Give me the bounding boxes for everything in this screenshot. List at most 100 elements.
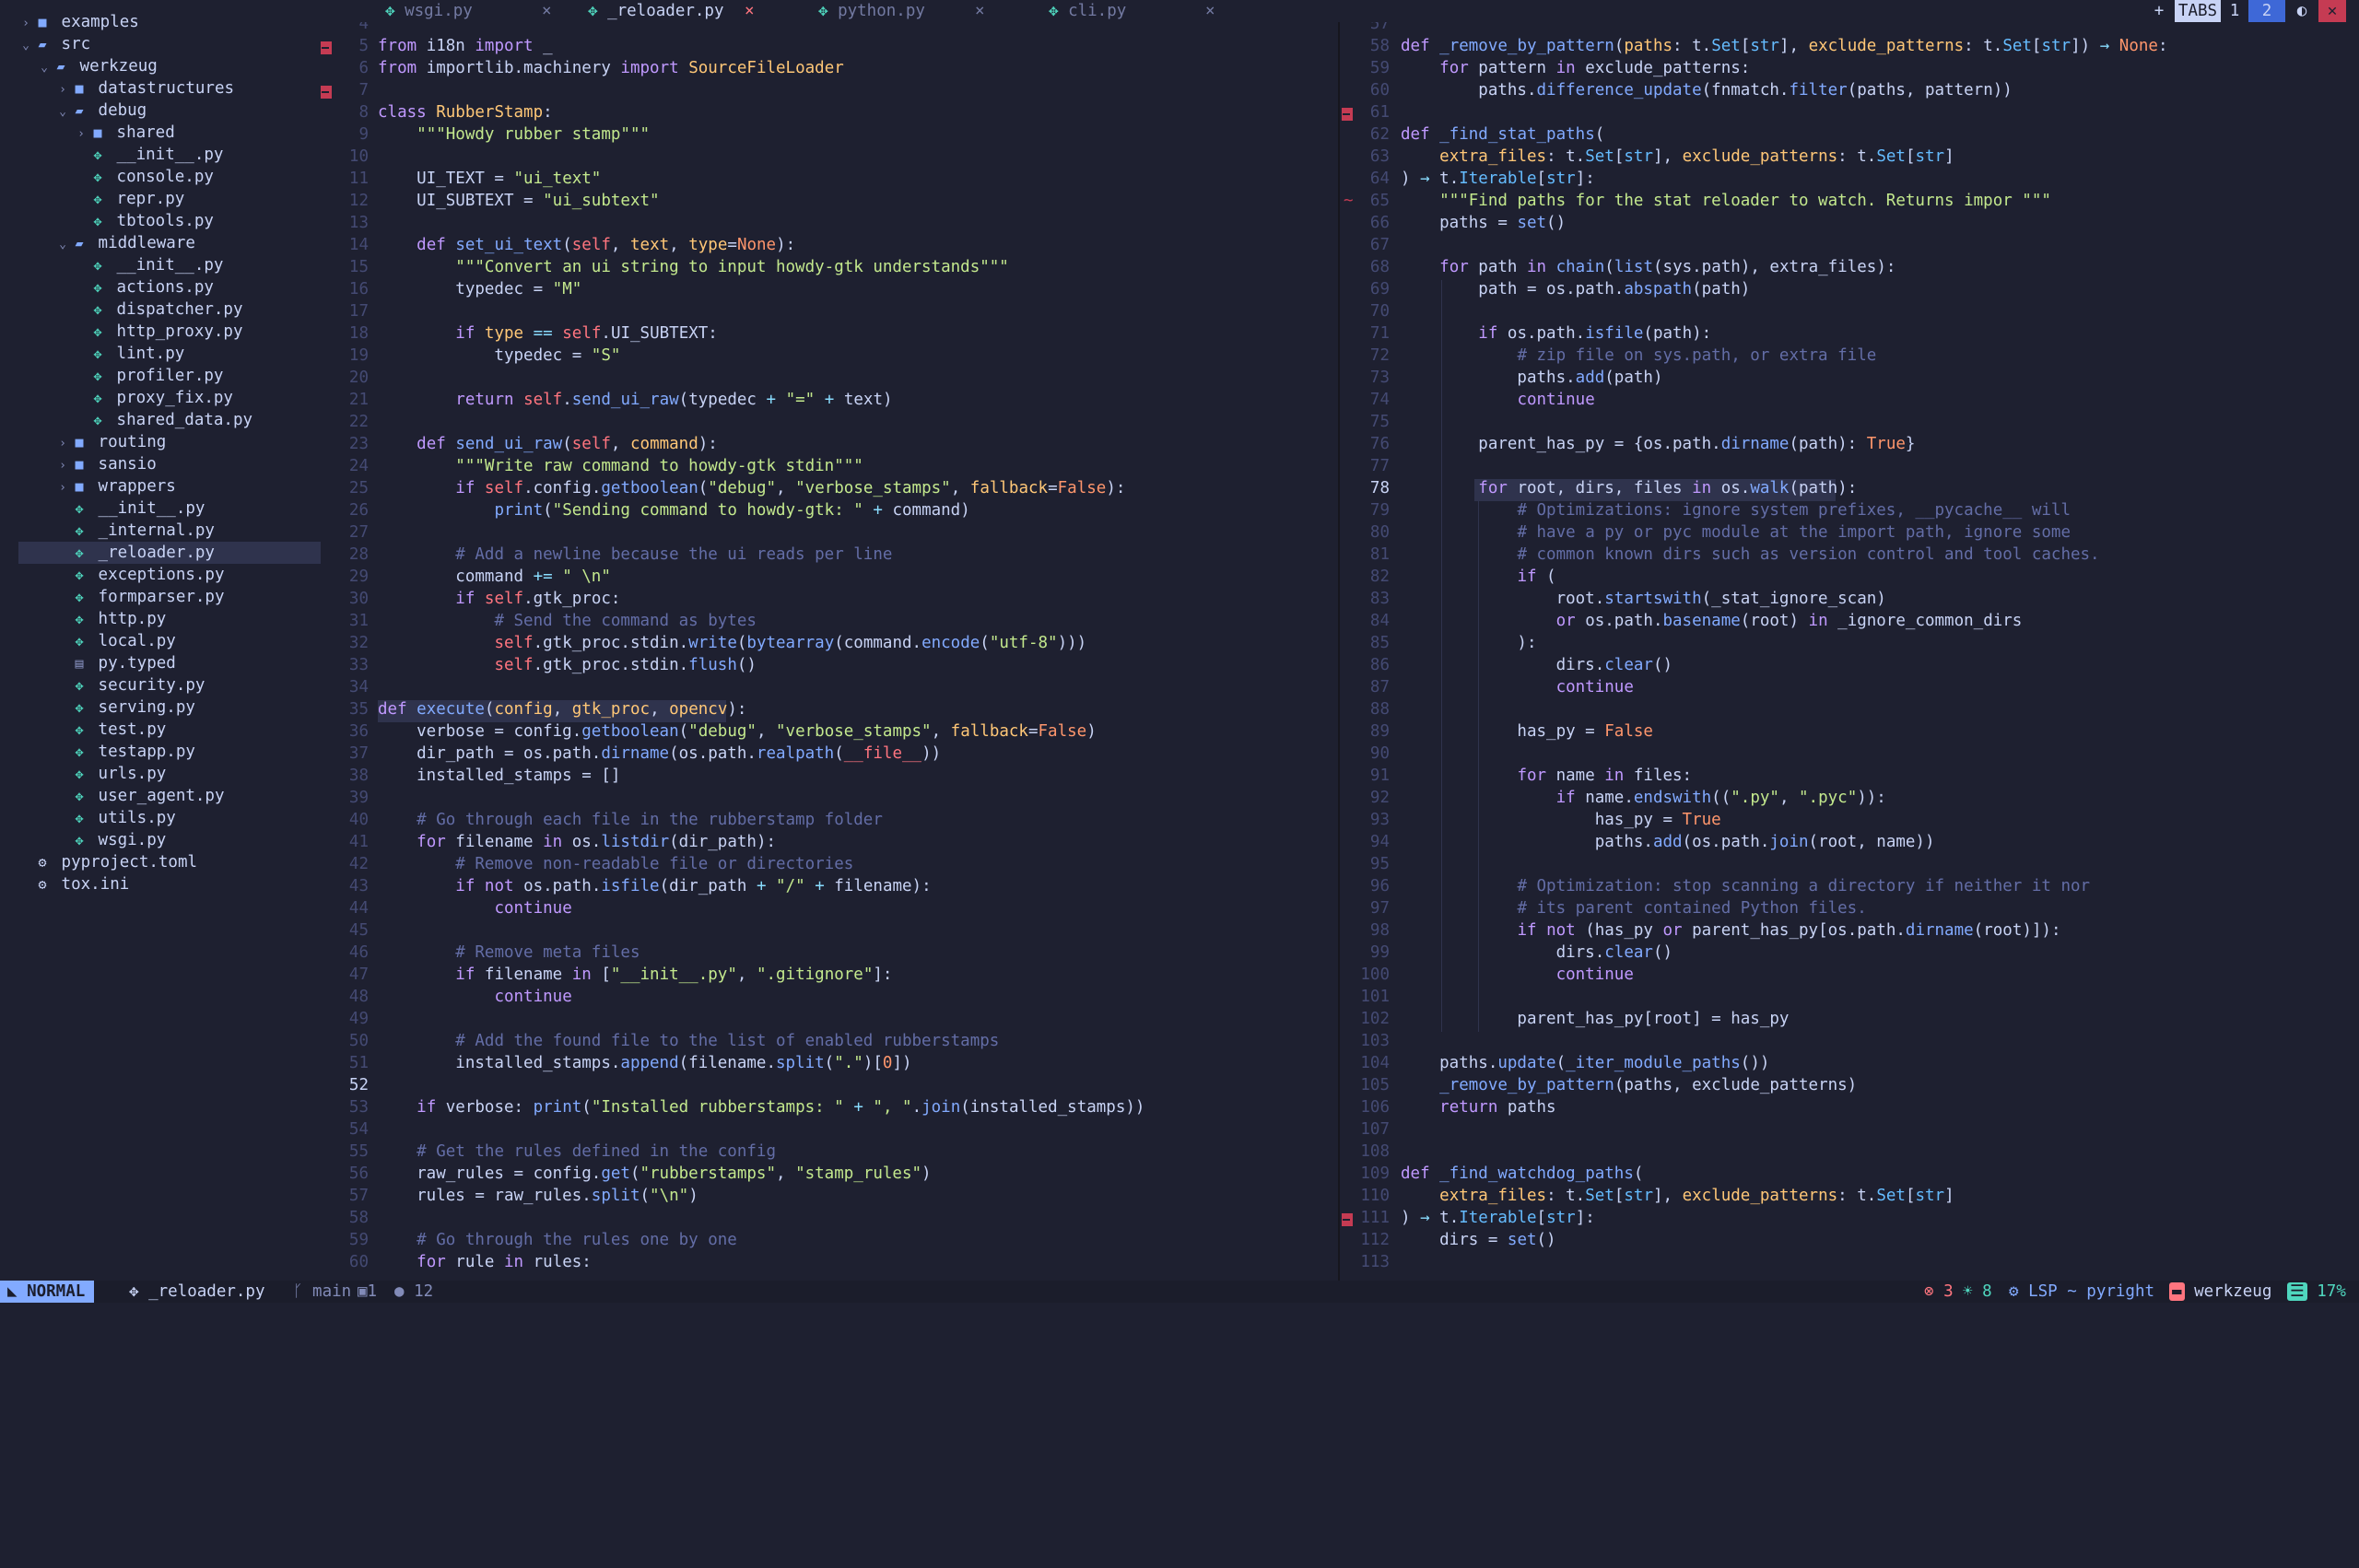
code-line[interactable]: for pattern in exclude_patterns: [1401,59,1750,77]
code-line[interactable]: typedec = "S" [378,346,620,365]
tree-folder[interactable]: › ■ sansio [18,453,321,475]
tree-folder[interactable]: › ■ datastructures [18,77,321,99]
tree-folder[interactable]: ⌄ ▰ src [18,33,313,55]
tree-folder[interactable]: › ■ examples [18,11,313,33]
code-line[interactable]: for path in chain(list(sys.path), extra_… [1401,258,1895,276]
tree-file[interactable]: ✥ formparser.py [18,586,321,608]
code-line[interactable]: path = os.path.abspath(path) [1401,280,1750,298]
lsp-status[interactable]: ⚙ LSP ~ pyright [2009,1281,2154,1303]
command-line[interactable] [0,1303,2359,1327]
code-line[interactable]: def _find_watchdog_paths( [1401,1164,1643,1183]
code-line[interactable]: continue [378,988,571,1006]
chevron-right-icon[interactable]: › [18,13,33,35]
theme-toggle-icon[interactable]: ◐ [2291,0,2313,22]
code-line[interactable]: """Howdy rubber stamp""" [378,125,650,144]
tabpage-1[interactable]: 1 [2224,0,2245,22]
code-line[interactable]: ) → t.Iterable[str]: [1401,1209,1595,1227]
tree-file[interactable]: ✥ __init__.py [18,144,321,166]
tree-file[interactable]: ✥ local.py [18,630,321,652]
code-line[interactable]: from importlib.machinery import SourceFi… [378,59,844,77]
code-line[interactable]: for root, dirs, files in os.walk(path): [1401,479,1857,497]
error-count[interactable]: ⊗ 3 [1924,1281,1954,1303]
code-line[interactable]: parent_has_py[root] = has_py [1401,1010,1789,1028]
code-line[interactable]: continue [1401,965,1634,984]
tree-folder[interactable]: › ■ wrappers [18,475,321,497]
code-line[interactable]: from i18n import _ [378,37,553,55]
tree-file[interactable]: ✥ user_agent.py [18,785,321,807]
code-line[interactable]: has_py = True [1401,811,1721,829]
code-line[interactable]: or os.path.basename(root) in _ignore_com… [1401,612,2023,630]
code-line[interactable]: if name.endswith((".py", ".pyc")): [1401,789,1886,807]
chevron-right-icon[interactable]: › [55,455,70,477]
code-line[interactable]: continue [378,899,571,918]
code-line[interactable]: def _remove_by_pattern(paths: t.Set[str]… [1401,37,2167,55]
diagnostic-error-sign-icon[interactable] [1342,108,1353,121]
tree-file[interactable]: ✥ test.py [18,719,321,741]
code-line[interactable]: if self.config.getboolean("debug", "verb… [378,479,1125,497]
tree-file[interactable]: ✥ lint.py [18,343,321,365]
code-line[interactable]: dirs = set() [1401,1231,1555,1249]
tree-folder[interactable]: ⌄ ▰ middleware [18,232,321,254]
close-tabpage-icon[interactable]: ✕ [2318,0,2346,22]
code-line[interactable]: self.gtk_proc.stdin.write(bytearray(comm… [378,634,1086,652]
code-line[interactable]: _remove_by_pattern(paths, exclude_patter… [1401,1076,1857,1094]
code-line[interactable]: continue [1401,678,1634,696]
tree-folder[interactable]: › ■ routing [18,431,321,453]
tree-file[interactable]: ✥ http.py [18,608,321,630]
code-line[interactable]: command += " \n" [378,568,611,586]
code-line[interactable]: if type == self.UI_SUBTEXT: [378,324,718,343]
tree-file[interactable]: ✥ __init__.py [18,254,321,276]
close-icon[interactable]: × [975,0,985,22]
code-line[interactable]: extra_files: t.Set[str], exclude_pattern… [1401,147,1954,166]
code-line[interactable]: # Add the found file to the list of enab… [378,1032,999,1050]
chevron-right-icon[interactable]: › [74,123,88,146]
close-icon[interactable]: × [745,0,755,22]
chevron-down-icon[interactable]: ⌄ [55,101,70,123]
tree-file[interactable]: ✥ actions.py [18,276,321,298]
code-line[interactable]: # zip file on sys.path, or extra file [1401,346,1876,365]
code-line[interactable]: root.startswith(_stat_ignore_scan) [1401,590,1886,608]
code-line[interactable]: has_py = False [1401,722,1653,741]
code-line[interactable]: # common known dirs such as version cont… [1401,545,2099,564]
code-line[interactable]: # Optimization: stop scanning a director… [1401,877,2090,895]
chevron-down-icon[interactable]: ⌄ [55,234,70,256]
tree-file[interactable]: ✥ security.py [18,674,321,696]
code-line[interactable]: paths = set() [1401,214,1566,232]
tree-file[interactable]: ✥ urls.py [18,763,321,785]
code-line[interactable]: UI_TEXT = "ui_text" [378,170,601,188]
code-line[interactable]: installed_stamps.append(filename.split("… [378,1054,911,1072]
code-line[interactable]: if self.gtk_proc: [378,590,620,608]
diagnostic-warning-sign-icon[interactable]: ~ [1344,192,1354,210]
code-line[interactable]: dir_path = os.path.dirname(os.path.realp… [378,744,941,763]
code-line[interactable]: ) → t.Iterable[str]: [1401,170,1595,188]
code-line[interactable]: def send_ui_raw(self, command): [378,435,718,453]
code-line[interactable]: if not os.path.isfile(dir_path + "/" + f… [378,877,931,895]
code-line[interactable]: paths.add(path) [1401,369,1662,387]
hint-count[interactable]: ☀ 8 [1963,1281,1992,1303]
code-line[interactable]: # Go through each file in the rubberstam… [378,811,883,829]
code-line[interactable]: rules = raw_rules.split("\n") [378,1187,698,1205]
code-line[interactable]: extra_files: t.Set[str], exclude_pattern… [1401,1187,1954,1205]
code-line[interactable]: # Optimizations: ignore system prefixes,… [1401,501,2071,520]
tab-reloader-py[interactable]: ✥ _reloader.py × [588,0,809,22]
code-line[interactable]: # Go through the rules one by one [378,1231,737,1249]
tree-file[interactable]: ✥ console.py [18,166,321,188]
tree-file[interactable]: ✥ _reloader.py [18,542,321,564]
code-line[interactable]: if verbose: print("Installed rubberstamp… [378,1098,1144,1117]
code-line[interactable]: verbose = config.getboolean("debug", "ve… [378,722,1097,741]
code-line[interactable]: # Remove non-readable file or directorie… [378,855,853,873]
code-line[interactable]: typedec = "M" [378,280,581,298]
code-line[interactable]: UI_SUBTEXT = "ui_subtext" [378,192,659,210]
code-line[interactable]: paths.difference_update(fnmatch.filter(p… [1401,81,2013,99]
tree-file[interactable]: ✥ wsgi.py [18,829,321,851]
code-line[interactable]: # its parent contained Python files. [1401,899,1866,918]
code-line[interactable]: # Add a newline because the ui reads per… [378,545,892,564]
chevron-right-icon[interactable]: › [55,433,70,455]
code-line[interactable]: # Send the command as bytes [378,612,756,630]
tree-file[interactable]: ✥ profiler.py [18,365,321,387]
tree-file[interactable]: ✥ serving.py [18,696,321,719]
code-line[interactable]: paths.update(_iter_module_paths()) [1401,1054,1769,1072]
code-line[interactable]: def _find_stat_paths( [1401,125,1604,144]
code-line[interactable]: # Remove meta files [378,943,640,962]
code-line[interactable]: installed_stamps = [] [378,766,620,785]
